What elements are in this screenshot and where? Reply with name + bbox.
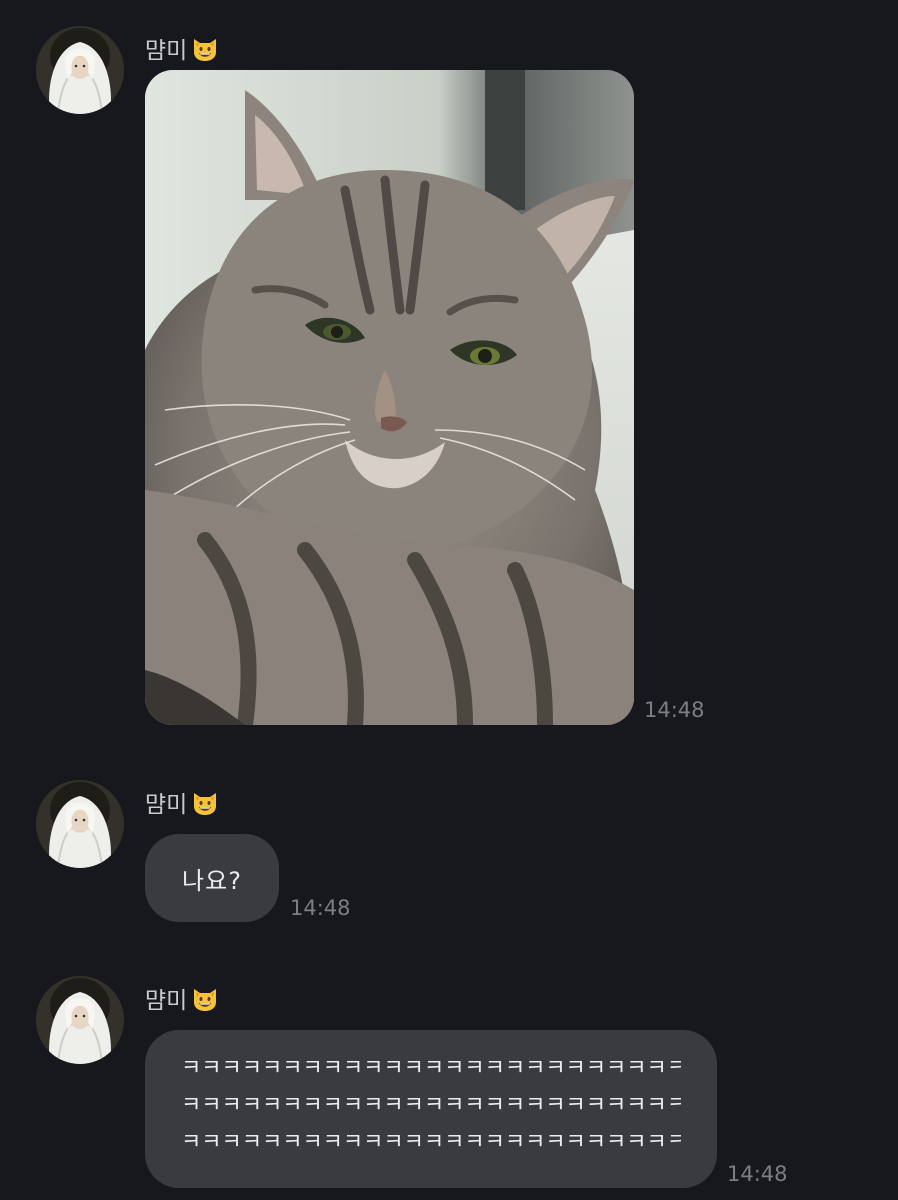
sender-name: 먐미 [145, 32, 219, 64]
avatar[interactable] [36, 976, 124, 1064]
sender-name-text: 먐미 [145, 988, 188, 1014]
grinning-cat-icon [194, 989, 217, 1011]
chat-message-list[interactable]: 먐미 14:48 먐미 나요? 14:48 먐미 ㅋㅋㅋㅋㅋㅋㅋㅋㅋㅋㅋㅋㅋㅋㅋ… [0, 0, 898, 1200]
message-group: 먐미 14:48 [0, 26, 898, 736]
message-bubble[interactable]: 나요? [145, 834, 279, 922]
photo-message[interactable] [145, 70, 634, 725]
message-timestamp: 14:48 [644, 698, 705, 722]
sender-name-text: 먐미 [145, 38, 188, 64]
message-timestamp: 14:48 [290, 896, 351, 920]
grinning-cat-icon [194, 39, 217, 61]
avatar[interactable] [36, 26, 124, 114]
person-wrapped-in-blanket-avatar [36, 976, 124, 1064]
message-text-line: ㅋㅋㅋㅋㅋㅋㅋㅋㅋㅋㅋㅋㅋㅋㅋㅋㅋㅋㅋㅋㅋㅋㅋㅋㅋㅋㅋㅋㅋ [181, 1056, 681, 1081]
grinning-cat-icon [194, 793, 217, 815]
message-group: 먐미 ㅋㅋㅋㅋㅋㅋㅋㅋㅋㅋㅋㅋㅋㅋㅋㅋㅋㅋㅋㅋㅋㅋㅋㅋㅋ ㅋㅋㅋㅋ ㅋㅋㅋㅋㅋㅋㅋ… [0, 976, 898, 1200]
message-bubble[interactable]: ㅋㅋㅋㅋㅋㅋㅋㅋㅋㅋㅋㅋㅋㅋㅋㅋㅋㅋㅋㅋㅋㅋㅋㅋㅋ ㅋㅋㅋㅋ ㅋㅋㅋㅋㅋㅋㅋㅋㅋㅋ… [145, 1030, 717, 1188]
avatar[interactable] [36, 780, 124, 868]
message-text-line: ㅋㅋㅋㅋㅋㅋㅋㅋㅋㅋㅋㅋㅋㅋㅋㅋㅋㅋㅋㅋㅋㅋㅋㅋㅋㅋㅋㅋㅋ [181, 1093, 681, 1118]
person-wrapped-in-blanket-avatar [36, 780, 124, 868]
message-timestamp: 14:48 [727, 1162, 788, 1186]
sender-name: 먐미 [145, 982, 219, 1014]
sender-name-text: 먐미 [145, 792, 188, 818]
sender-name: 먐미 [145, 786, 219, 818]
person-wrapped-in-blanket-avatar [36, 26, 124, 114]
gray-tabby-cat-photo [145, 70, 634, 725]
message-text: 나요? [182, 866, 242, 895]
message-text-line: ㅋㅋㅋㅋㅋㅋㅋㅋㅋㅋㅋㅋㅋㅋㅋㅋㅋㅋㅋㅋㅋㅋㅋㅋㅋㅋㅋㅋ [181, 1130, 681, 1155]
message-group: 먐미 나요? 14:48 [0, 780, 898, 940]
